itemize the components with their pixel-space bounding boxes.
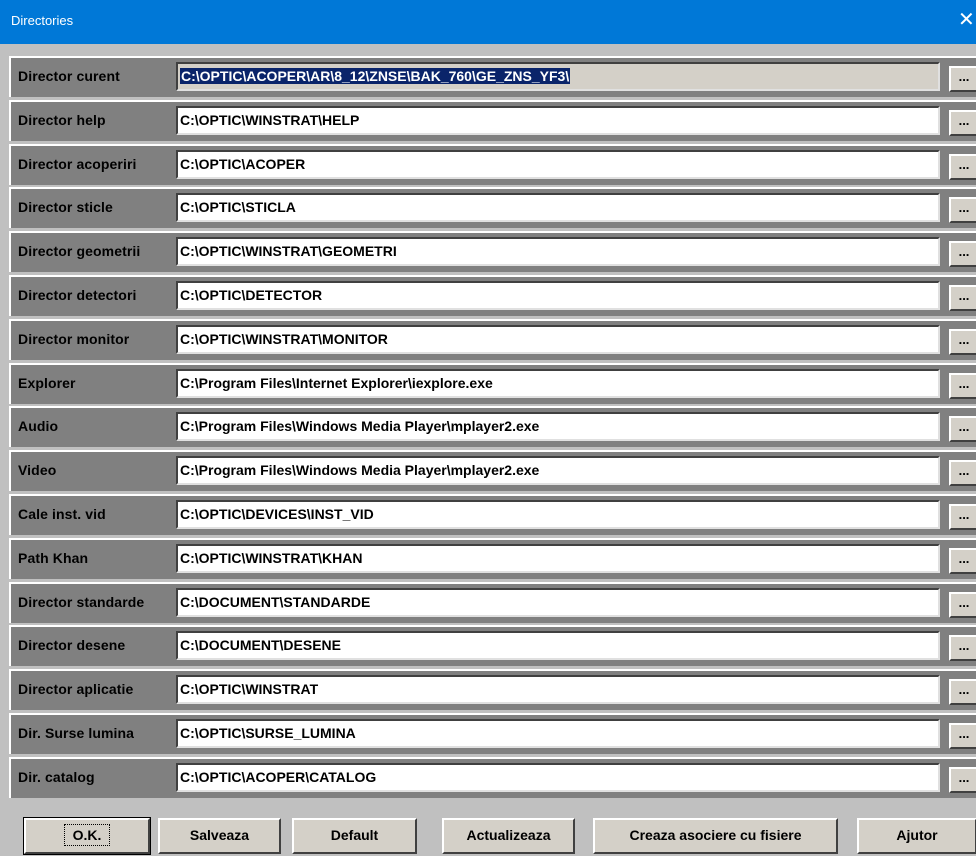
directory-row-label: Director standarde	[18, 594, 145, 610]
directory-row-label: Dir. catalog	[18, 769, 95, 785]
directory-row: Director monitor C:\OPTIC\WINSTRAT\MONITO…	[9, 319, 976, 360]
button-bar: O.K. Salveaza Default Actualizeaza Creaz…	[0, 806, 976, 856]
window-title: Directories	[11, 13, 74, 28]
directory-row-label: Explorer	[18, 375, 76, 391]
directory-row-label: Audio	[18, 418, 59, 434]
directory-row-label: Director desene	[18, 637, 126, 653]
browse-button[interactable]: ...	[949, 460, 976, 486]
directory-row: Audio C:\Program Files\Windows Media Play…	[9, 406, 976, 447]
browse-button[interactable]: ...	[949, 66, 976, 92]
browse-button[interactable]: ...	[949, 504, 976, 530]
directory-row-label: Path Khan	[18, 550, 89, 566]
directory-path-field[interactable]: C:\OPTIC\DEVICES\INST_VID	[176, 500, 940, 529]
directory-path-field[interactable]: C:\DOCUMENT\DESENE	[176, 631, 940, 660]
directory-path-value: C:\OPTIC\DETECTOR	[180, 287, 323, 303]
directory-row-label: Director acoperiri	[18, 156, 137, 172]
directory-path-value: C:\OPTIC\STICLA	[180, 199, 296, 215]
directory-row: Director detectori C:\OPTIC\DETECTOR...	[9, 275, 976, 316]
directory-row-label: Director aplicatie	[18, 681, 134, 697]
directory-path-field[interactable]: C:\OPTIC\DETECTOR	[176, 281, 940, 310]
browse-button[interactable]: ...	[949, 110, 976, 136]
directory-row: Director curent C:\OPTIC\ACOPER\AR\8_12\Z…	[9, 56, 976, 97]
directory-path-value: C:\OPTIC\SURSE_LUMINA	[180, 725, 356, 741]
directory-row-label: Director monitor	[18, 331, 130, 347]
dialog-body: Director curent C:\OPTIC\ACOPER\AR\8_12\Z…	[0, 44, 976, 856]
browse-button[interactable]: ...	[949, 679, 976, 705]
directory-path-field[interactable]: C:\OPTIC\WINSTRAT\HELP	[176, 106, 940, 135]
directory-row-label: Video	[18, 462, 57, 478]
browse-button[interactable]: ...	[949, 592, 976, 618]
directory-row: Director geometrii C:\OPTIC\WINSTRAT\GEOM…	[9, 231, 976, 272]
directory-path-value: C:\OPTIC\WINSTRAT\KHAN	[180, 550, 363, 566]
ok-button-label: O.K.	[63, 824, 111, 846]
browse-button[interactable]: ...	[949, 548, 976, 574]
directory-path-field[interactable]: C:\OPTIC\WINSTRAT\KHAN	[176, 544, 940, 573]
directory-path-value: C:\DOCUMENT\DESENE	[180, 637, 342, 653]
directory-path-field[interactable]: C:\Program Files\Windows Media Player\mp…	[176, 412, 940, 441]
save-button[interactable]: Salveaza	[158, 818, 281, 854]
close-icon[interactable]: ✕	[958, 8, 976, 32]
directory-row: Director sticle C:\OPTIC\STICLA...	[9, 187, 976, 228]
directory-row: Director aplicatie C:\OPTIC\WINSTRAT...	[9, 669, 976, 710]
directory-row-label: Director sticle	[18, 199, 113, 215]
directory-path-value: C:\OPTIC\ACOPER\AR\8_12\ZNSE\BAK_760\GE_…	[180, 68, 571, 84]
browse-button[interactable]: ...	[949, 635, 976, 661]
directory-row-label: Director detectori	[18, 287, 137, 303]
directory-path-field[interactable]: C:\OPTIC\WINSTRAT\GEOMETRI	[176, 237, 940, 266]
directory-row-label: Director curent	[18, 68, 120, 84]
directory-row: Director desene C:\DOCUMENT\DESENE...	[9, 625, 976, 666]
title-bar[interactable]: Directories ✕	[0, 0, 976, 44]
directory-path-field[interactable]: C:\Program Files\Internet Explorer\iexpl…	[176, 369, 940, 398]
directory-row: Cale inst. vid C:\OPTIC\DEVICES\INST_VID.…	[9, 494, 976, 535]
create-file-association-button[interactable]: Creaza asociere cu fisiere	[593, 818, 838, 854]
directory-path-value: C:\Program Files\Windows Media Player\mp…	[180, 462, 540, 478]
directory-path-value: C:\Program Files\Internet Explorer\iexpl…	[180, 375, 493, 391]
browse-button[interactable]: ...	[949, 285, 976, 311]
directory-path-field[interactable]: C:\OPTIC\WINSTRAT	[176, 675, 940, 704]
directory-row-label: Cale inst. vid	[18, 506, 106, 522]
directory-row-label: Director geometrii	[18, 243, 141, 259]
directory-path-field[interactable]: C:\OPTIC\SURSE_LUMINA	[176, 719, 940, 748]
browse-button[interactable]: ...	[949, 197, 976, 223]
directory-path-value: C:\Program Files\Windows Media Player\mp…	[180, 418, 540, 434]
browse-button[interactable]: ...	[949, 416, 976, 442]
directory-row: Director help C:\OPTIC\WINSTRAT\HELP...	[9, 100, 976, 141]
directory-row: Explorer C:\Program Files\Internet Explor…	[9, 363, 976, 404]
directory-row: Path Khan C:\OPTIC\WINSTRAT\KHAN...	[9, 538, 976, 579]
directory-row: Dir. Surse lumina C:\OPTIC\SURSE_LUMINA..…	[9, 713, 976, 754]
directory-path-field[interactable]: C:\Program Files\Windows Media Player\mp…	[176, 456, 940, 485]
directory-path-field[interactable]: C:\DOCUMENT\STANDARDE	[176, 588, 940, 617]
ok-button[interactable]: O.K.	[23, 817, 151, 855]
browse-button[interactable]: ...	[949, 723, 976, 749]
directory-row: Director standarde C:\DOCUMENT\STANDARDE.…	[9, 582, 976, 623]
browse-button[interactable]: ...	[949, 329, 976, 355]
browse-button[interactable]: ...	[949, 241, 976, 267]
directory-path-value: C:\DOCUMENT\STANDARDE	[180, 594, 371, 610]
browse-button[interactable]: ...	[949, 154, 976, 180]
directory-path-value: C:\OPTIC\ACOPER\CATALOG	[180, 769, 377, 785]
directory-path-value: C:\OPTIC\WINSTRAT\GEOMETRI	[180, 243, 397, 259]
update-button[interactable]: Actualizeaza	[442, 818, 575, 854]
directory-path-field[interactable]: C:\OPTIC\ACOPER	[176, 150, 940, 179]
default-button[interactable]: Default	[292, 818, 417, 854]
directory-path-value: C:\OPTIC\ACOPER	[180, 156, 306, 172]
directory-path-value: C:\OPTIC\WINSTRAT\HELP	[180, 112, 360, 128]
directory-path-value: C:\OPTIC\DEVICES\INST_VID	[180, 506, 374, 522]
directories-dialog: Directories ✕ Director curent C:\OPTIC\AC…	[0, 0, 976, 856]
directory-path-field[interactable]: C:\OPTIC\WINSTRAT\MONITOR	[176, 325, 940, 354]
help-button[interactable]: Ajutor	[857, 818, 976, 854]
browse-button[interactable]: ...	[949, 767, 976, 793]
directory-path-field[interactable]: C:\OPTIC\ACOPER\AR\8_12\ZNSE\BAK_760\GE_…	[176, 62, 940, 91]
directory-row: Director acoperiri C:\OPTIC\ACOPER...	[9, 144, 976, 185]
directory-path-field[interactable]: C:\OPTIC\STICLA	[176, 193, 940, 222]
directory-row: Dir. catalog C:\OPTIC\ACOPER\CATALOG...	[9, 757, 976, 798]
directory-path-field[interactable]: C:\OPTIC\ACOPER\CATALOG	[176, 763, 940, 792]
directory-path-value: C:\OPTIC\WINSTRAT\MONITOR	[180, 331, 388, 347]
directory-row-label: Dir. Surse lumina	[18, 725, 135, 741]
directory-path-value: C:\OPTIC\WINSTRAT	[180, 681, 319, 697]
directory-row-label: Director help	[18, 112, 106, 128]
browse-button[interactable]: ...	[949, 373, 976, 399]
directory-row: Video C:\Program Files\Windows Media Play…	[9, 450, 976, 491]
